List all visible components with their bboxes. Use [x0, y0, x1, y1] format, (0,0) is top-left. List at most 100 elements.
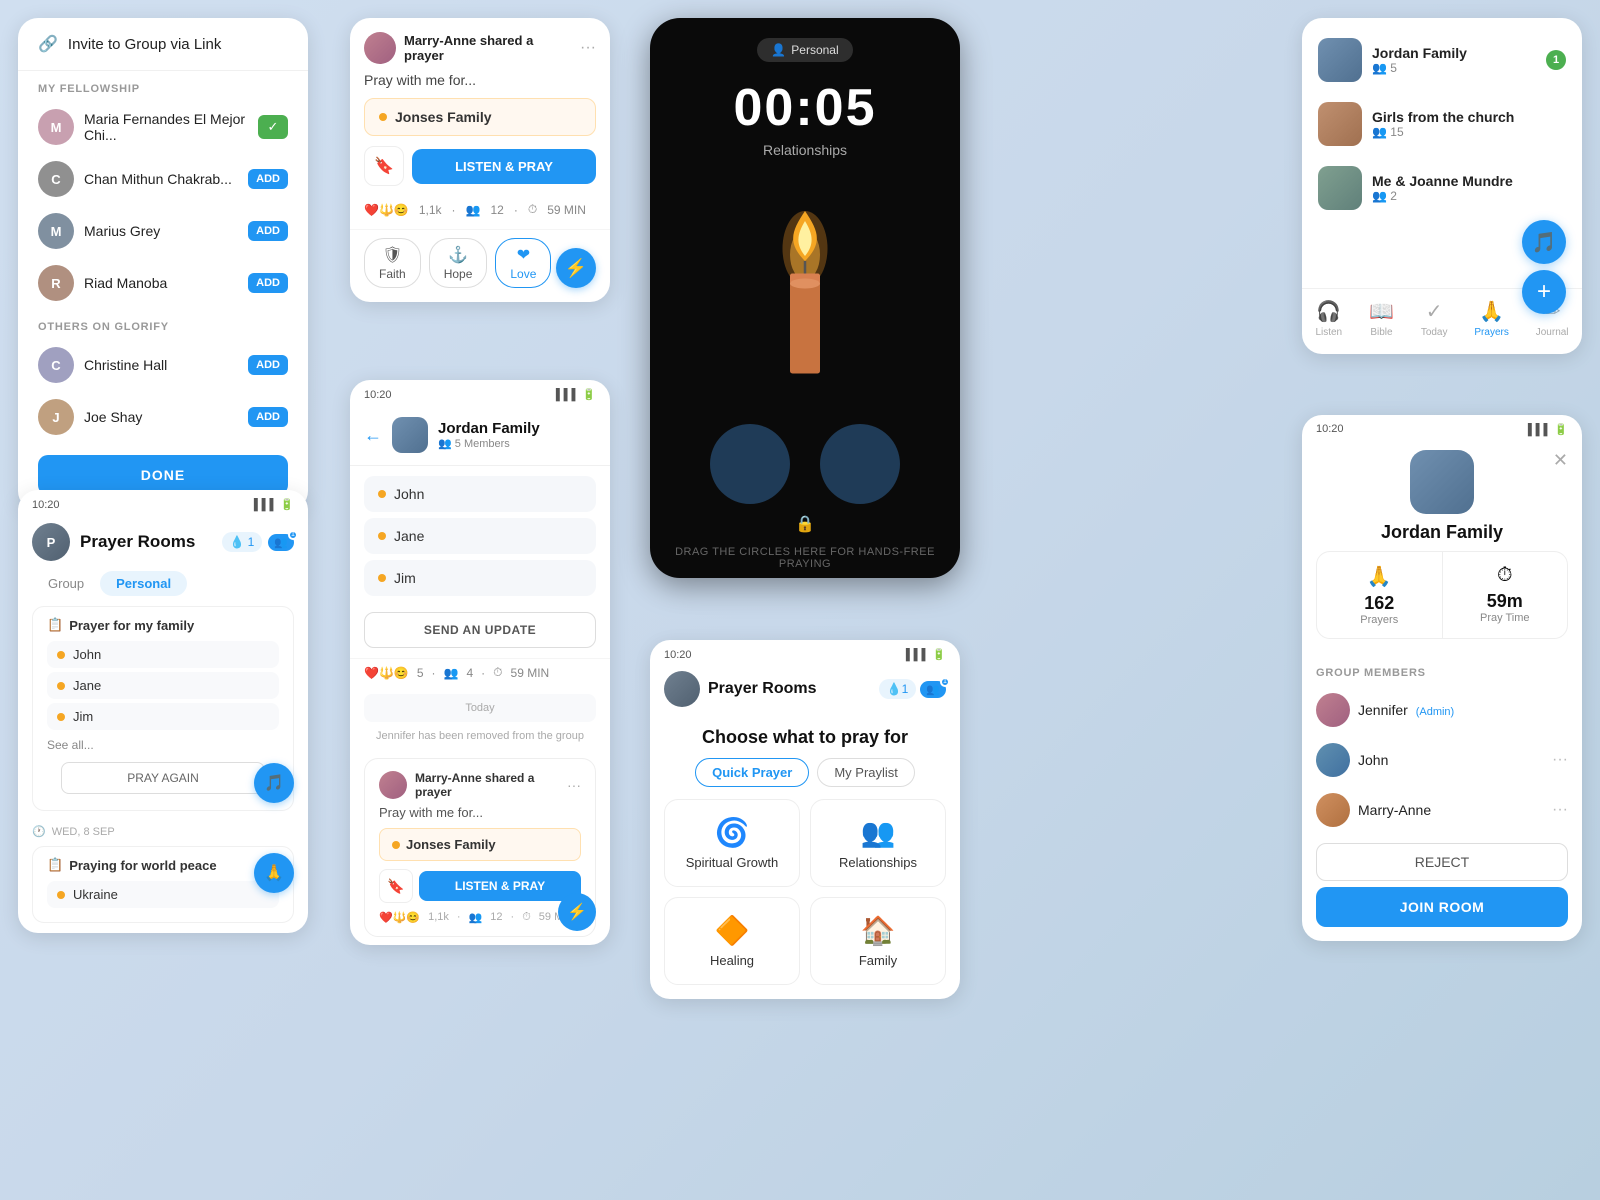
invite-group-btn[interactable]: 🔗 Invite to Group via Link	[18, 18, 308, 71]
pray-with-label: Pray with me for...	[379, 805, 581, 820]
tab-group[interactable]: Group	[32, 571, 100, 596]
link-icon: 🔗	[38, 34, 58, 54]
lock-icon: 🔒	[795, 514, 815, 534]
member-name: Marius Grey	[84, 223, 238, 239]
member-options-icon[interactable]: ···	[1552, 801, 1568, 819]
sep: ·	[432, 666, 436, 680]
nav-bible[interactable]: 📖 Bible	[1369, 299, 1394, 338]
avatar: R	[38, 265, 74, 301]
bookmark-button[interactable]: 🔖	[379, 869, 413, 903]
reject-button[interactable]: REJECT	[1316, 843, 1568, 881]
room-badges: 💧 1 👥 1	[222, 532, 294, 552]
candle-top: 👤 Personal 00:05 Relationships	[650, 18, 960, 168]
tag-love[interactable]: ❤ Love	[495, 238, 551, 288]
detail-stats: 🙏 162 Prayers ⏱ 59m Pray Time	[1316, 551, 1568, 639]
more-options-icon[interactable]: ···	[567, 777, 581, 793]
sharer-avatar	[379, 771, 407, 799]
listen-pray-button[interactable]: LISTEN & PRAY	[412, 149, 596, 184]
member-name: Ukraine	[73, 887, 118, 902]
group-avatar	[1318, 102, 1362, 146]
tag-label: Love	[510, 267, 536, 281]
pray-time-stat: ⏱ 59m Pray Time	[1443, 552, 1568, 638]
drag-circle-right[interactable]	[820, 424, 900, 504]
tab-my-praylist[interactable]: My Praylist	[817, 758, 915, 787]
status-bar: 10:20 ▌▌▌ 🔋	[18, 490, 308, 515]
reactions: ❤️🔱😊	[379, 911, 420, 924]
join-room-button[interactable]: JOIN ROOM	[1316, 887, 1568, 927]
group-row[interactable]: Jordan Family 👥 5 1	[1302, 28, 1582, 92]
jordan-chat-card: 10:20 ▌▌▌ 🔋 ← Jordan Family 👥 5 Members …	[350, 380, 610, 945]
prayer-item-title: 📋 Prayer for my family	[47, 617, 279, 633]
plus-fab[interactable]: +	[1522, 270, 1566, 314]
people-count: 4	[466, 666, 473, 680]
nav-today[interactable]: ✓ Today	[1421, 299, 1448, 338]
member-name: Jim	[394, 570, 416, 586]
tab-row: Group Personal	[18, 571, 308, 606]
dot-icon	[57, 682, 65, 690]
tab-quick-prayer[interactable]: Quick Prayer	[695, 758, 809, 787]
close-button[interactable]: ✕	[1553, 450, 1568, 471]
more-options-icon[interactable]: ···	[580, 39, 596, 57]
add-btn[interactable]: ADD	[248, 407, 288, 427]
personal-badge: 👤 Personal	[757, 38, 852, 62]
back-button[interactable]: ←	[364, 425, 382, 446]
group-members: 👥 5	[1372, 61, 1536, 75]
prayers-icon: 🙏	[1479, 299, 1504, 324]
share-header: Marry-Anne shared a prayer ···	[350, 18, 610, 72]
done-button[interactable]: DONE	[38, 455, 288, 495]
room-title: Prayer Rooms	[80, 532, 212, 552]
see-all-link[interactable]: See all...	[47, 734, 279, 756]
people-icon: 👥	[444, 666, 459, 680]
nav-label: Journal	[1536, 327, 1569, 338]
person-badge: 👥1	[920, 681, 946, 698]
music-fab[interactable]: 🎵	[1522, 220, 1566, 264]
group-name: Jordan Family	[1381, 522, 1503, 543]
group-info: Jordan Family 👥 5	[1372, 45, 1536, 75]
admin-badge: (Admin)	[1416, 706, 1455, 718]
check-badge: ✓	[258, 115, 288, 139]
share-meta: Marry-Anne shared a prayer	[404, 33, 572, 63]
listen-pray-button[interactable]: LISTEN & PRAY	[419, 871, 581, 901]
status-bar: 10:20 ▌▌▌ 🔋	[650, 640, 960, 665]
group-row[interactable]: Girls from the church 👥 15	[1302, 92, 1582, 156]
category-spiritual[interactable]: 🌀 Spiritual Growth	[664, 799, 800, 887]
pray-fab[interactable]: 🙏	[254, 853, 294, 893]
signal-icon: ▌▌▌ 🔋	[254, 498, 294, 511]
group-row[interactable]: Me & Joanne Mundre 👥 2	[1302, 156, 1582, 220]
member-row: M Marius Grey ADD	[18, 205, 308, 257]
tab-personal[interactable]: Personal	[100, 571, 187, 596]
category-family[interactable]: 🏠 Family	[810, 897, 946, 985]
category-relationships[interactable]: 👥 Relationships	[810, 799, 946, 887]
prayer-sub-row: Jim	[47, 703, 279, 730]
groups-card: Jordan Family 👥 5 1 Girls from the churc…	[1302, 18, 1582, 354]
listen-icon: 🎧	[1316, 299, 1341, 324]
send-update-button[interactable]: SEND AN UPDATE	[364, 612, 596, 648]
add-btn[interactable]: ADD	[248, 355, 288, 375]
nav-prayers[interactable]: 🙏 Prayers	[1474, 299, 1508, 338]
separator: ·	[452, 203, 456, 217]
status-bar: 10:20 ▌▌▌ 🔋	[1302, 415, 1582, 440]
share-fab[interactable]: ⚡	[556, 248, 596, 288]
chat-stats: ❤️🔱😊 5 · 👥 4 · ⏱ 59 MIN	[350, 658, 610, 690]
pray-again-button[interactable]: PRAY AGAIN	[61, 762, 265, 794]
music-fab[interactable]: 🎵	[254, 763, 294, 803]
chat-fab[interactable]: ⚡	[558, 893, 596, 931]
member-options-icon[interactable]: ···	[1552, 751, 1568, 769]
add-btn[interactable]: ADD	[248, 273, 288, 293]
member-name: Christine Hall	[84, 357, 238, 373]
prayer-item-2: 📋 Praying for world peace Ukraine	[32, 846, 294, 923]
hearts: ❤️🔱😊	[364, 666, 409, 680]
group-avatar	[1410, 450, 1474, 514]
nav-listen[interactable]: 🎧 Listen	[1315, 299, 1342, 338]
member-bubble: John	[364, 476, 596, 512]
category-healing[interactable]: 🔶 Healing	[664, 897, 800, 985]
add-btn[interactable]: ADD	[248, 169, 288, 189]
add-btn[interactable]: ADD	[248, 221, 288, 241]
drag-circle-left[interactable]	[710, 424, 790, 504]
group-avatar	[1318, 166, 1362, 210]
member-bubble: Jim	[364, 560, 596, 596]
bookmark-button[interactable]: 🔖	[364, 146, 404, 186]
tag-faith[interactable]: 🛡 Faith	[364, 238, 421, 288]
tag-hope[interactable]: ⚓ Hope	[429, 238, 488, 288]
category-label: Family	[859, 953, 897, 968]
